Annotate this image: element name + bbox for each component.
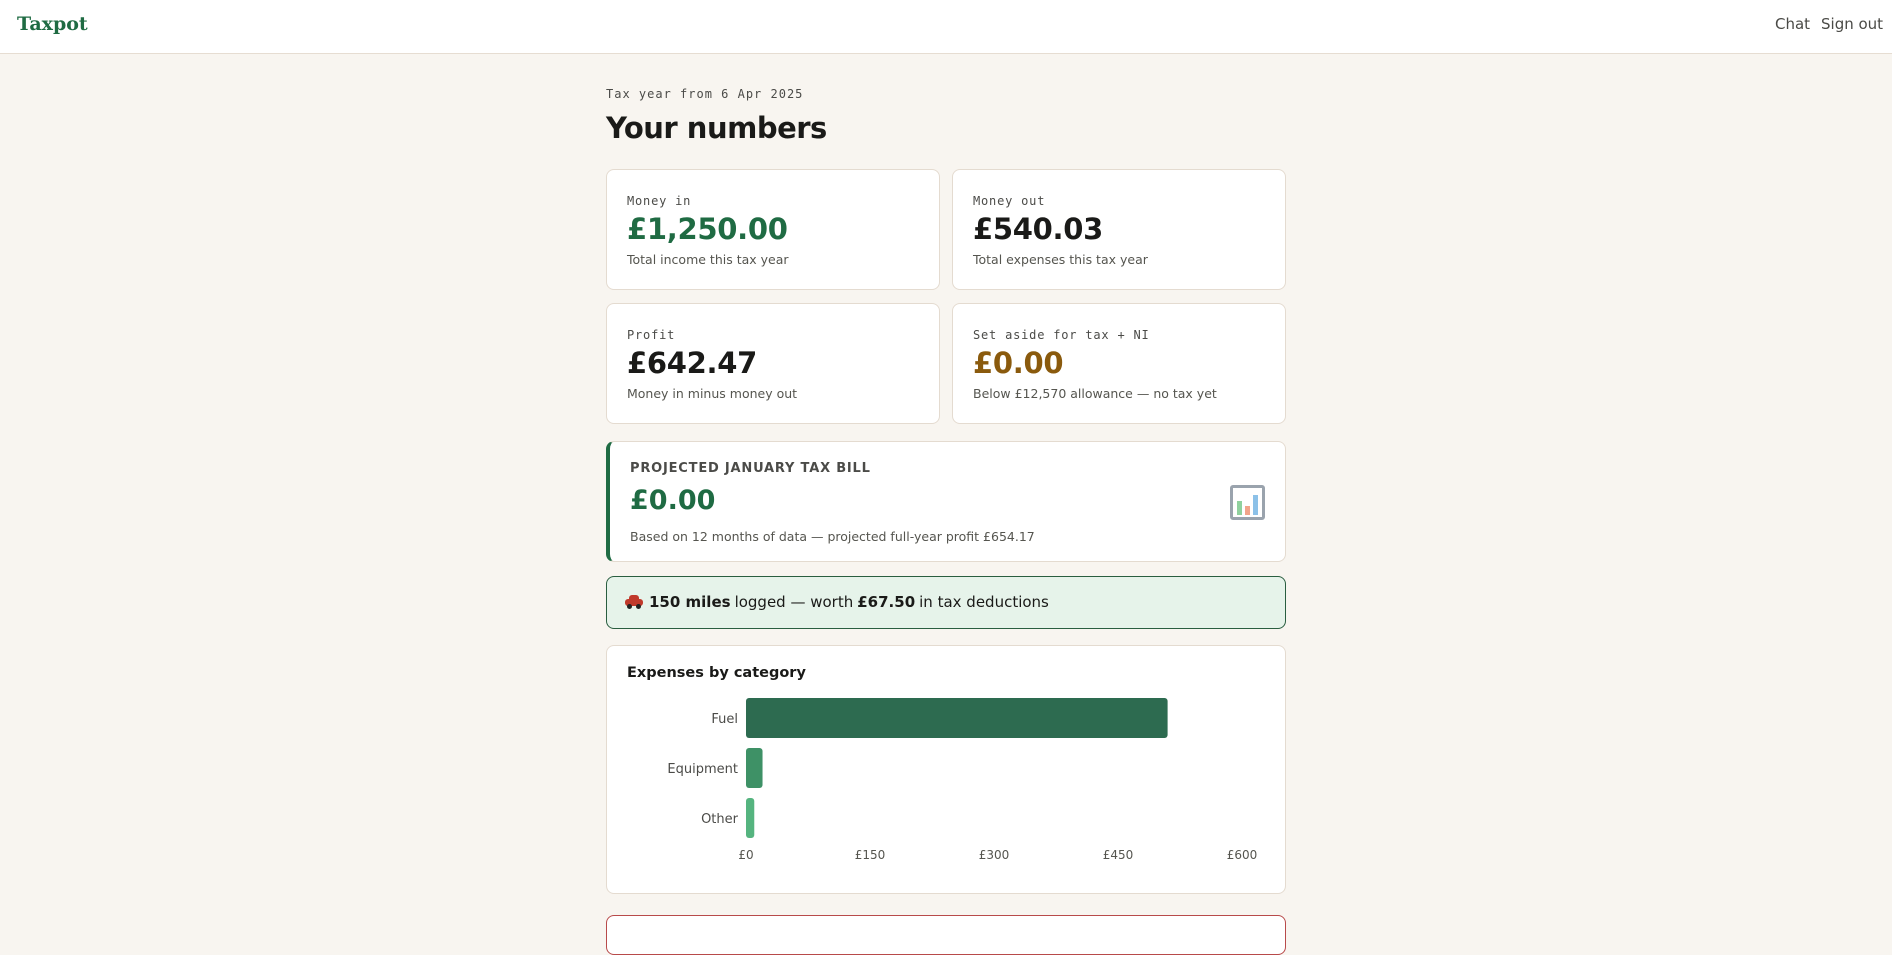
money-in-value: £1,250.00 [627,212,788,246]
logo[interactable]: Taxpot [17,13,88,35]
miles-worth: £67.50 [857,593,916,611]
x-tick-label: £600 [1227,848,1258,862]
projected-label: PROJECTED JANUARY TAX BILL [630,461,871,476]
page-title: Your numbers [606,111,827,145]
profit-card: Profit £642.47 Money in minus money out [606,303,940,424]
projected-tax-card: PROJECTED JANUARY TAX BILL £0.00 Based o… [606,441,1286,562]
category-label-equipment: Equipment [667,762,738,777]
profit-value: £642.47 [627,346,757,380]
projected-value: £0.00 [630,485,716,516]
money-out-subtext: Total expenses this tax year [973,252,1148,267]
profit-subtext: Money in minus money out [627,386,798,401]
x-tick-label: £450 [1103,848,1134,862]
x-tick-label: £300 [979,848,1010,862]
expenses-chart-card: Expenses by category Fuel Equipment Other £… [606,645,1286,894]
nav-sign-out-link[interactable]: Sign out [1821,15,1883,33]
set-aside-card: Set aside for tax + NI £0.00 Below £12,5… [952,303,1286,424]
bar-other[interactable] [746,798,755,838]
car-icon [625,595,643,609]
x-tick-label: £150 [855,848,886,862]
miles-logged-text: logged — worth [734,593,854,611]
miles-logged: 150 miles [649,593,731,611]
bar-equipment[interactable] [746,748,763,788]
projected-subtext: Based on 12 months of data — projected f… [630,529,1035,544]
money-out-value: £540.03 [973,212,1103,246]
mileage-banner: 150 miles logged — worth £67.50 in tax d… [606,576,1286,629]
money-out-card: Money out £540.03 Total expenses this ta… [952,169,1286,290]
miles-tail-text: in tax deductions [919,593,1049,611]
money-out-label: Money out [973,194,1046,208]
x-tick-label: £0 [738,848,753,862]
money-in-subtext: Total income this tax year [627,252,789,267]
next-card-partial [606,915,1286,955]
expenses-bar-chart: Fuel Equipment Other £0 £150 £300 £450 £600 [667,698,1258,862]
money-in-label: Money in [627,194,692,208]
set-aside-value: £0.00 [973,346,1064,380]
set-aside-label: Set aside for tax + NI [973,328,1150,342]
bar-fuel[interactable] [746,698,1168,738]
tax-year-label: Tax year from 6 Apr 2025 [606,87,804,101]
bar-chart-icon [1230,485,1265,520]
category-label-fuel: Fuel [711,712,738,727]
money-in-card: Money in £1,250.00 Total income this tax… [606,169,940,290]
top-bar: Taxpot Chat Sign out [0,0,1892,54]
category-label-other: Other [701,812,739,827]
set-aside-subtext: Below £12,570 allowance — no tax yet [973,386,1217,401]
profit-label: Profit [627,328,676,342]
nav-chat-link[interactable]: Chat [1775,15,1810,33]
